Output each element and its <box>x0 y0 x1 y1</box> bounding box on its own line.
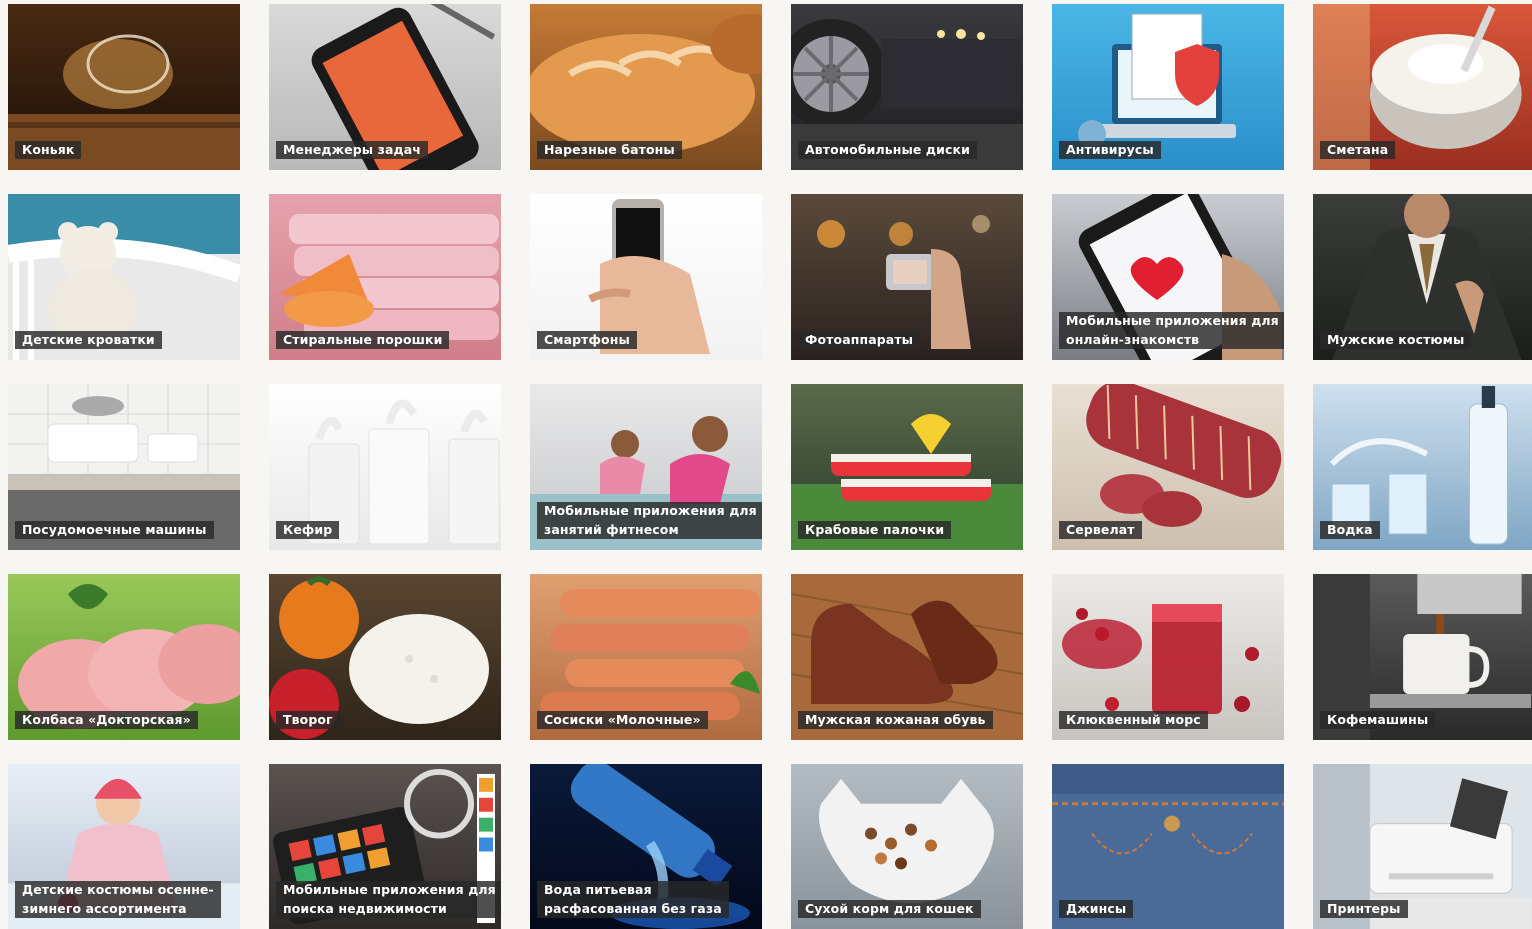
category-tile-task-managers[interactable]: Менеджеры задач <box>269 4 501 170</box>
category-label: Детские кроватки <box>15 331 162 349</box>
category-label: Детские костюмы осенне-зимнего ассортиме… <box>15 881 221 918</box>
category-label-line: Коньяк <box>22 142 75 157</box>
category-label: Смартфоны <box>537 331 637 349</box>
category-label-line: Сервелат <box>1066 522 1135 537</box>
category-label: Сервелат <box>1059 521 1142 539</box>
category-label-line: Сметана <box>1327 142 1389 157</box>
category-tile-real-estate-apps[interactable]: Мобильные приложения для поиска недвижимо… <box>269 764 501 929</box>
category-label: Нарезные батоны <box>537 141 682 159</box>
category-tile-doktorskaya[interactable]: Колбаса «Докторская» <box>8 574 240 740</box>
category-label-line: онлайн-знакомств <box>1066 331 1200 347</box>
category-label: Сосиски «Молочные» <box>537 711 708 729</box>
category-tile-sour-cream[interactable]: Сметана <box>1313 4 1532 170</box>
category-tile-printers[interactable]: Принтеры <box>1313 764 1532 929</box>
category-label: Вода питьевая расфасованная без газа <box>537 881 729 918</box>
category-label-line: Вода питьевая <box>544 882 652 897</box>
category-label-line: Мобильные приложения для <box>544 503 757 518</box>
category-label: Кефир <box>276 521 340 539</box>
category-label: Мобильные приложения для занятий фитнесом <box>537 502 762 539</box>
category-label-line: Мобильные приложения для <box>1066 313 1279 328</box>
category-label-line: Сухой корм для кошек <box>805 901 974 916</box>
category-label: Джинсы <box>1059 900 1134 918</box>
category-label-line: поиска недвижимости <box>283 900 447 916</box>
category-tile-mens-leather-shoes[interactable]: Мужская кожаная обувь <box>791 574 1023 740</box>
category-tile-cranberry-mors[interactable]: Клюквенный морс <box>1052 574 1284 740</box>
category-tile-vodka[interactable]: Водка <box>1313 384 1532 550</box>
category-label: Клюквенный морс <box>1059 711 1208 729</box>
category-label: Мужская кожаная обувь <box>798 711 993 729</box>
category-label-line: Творог <box>283 712 333 727</box>
category-tile-konyak[interactable]: Коньяк <box>8 4 240 170</box>
category-label: Фотоаппараты <box>798 331 921 349</box>
category-tile-cat-food[interactable]: Сухой корм для кошек <box>791 764 1023 929</box>
category-tile-servelat[interactable]: Сервелат <box>1052 384 1284 550</box>
category-label-line: Крабовые палочки <box>805 522 945 537</box>
category-label-line: Детские костюмы осенне- <box>22 882 214 897</box>
category-tile-bottled-water[interactable]: Вода питьевая расфасованная без газа <box>530 764 762 929</box>
category-tile-cameras[interactable]: Фотоаппараты <box>791 194 1023 360</box>
category-tile-bread[interactable]: Нарезные батоны <box>530 4 762 170</box>
category-label-line: Джинсы <box>1066 901 1127 916</box>
category-label-line: Колбаса «Докторская» <box>22 712 191 727</box>
category-tile-dishwashers[interactable]: Посудомоечные машины <box>8 384 240 550</box>
category-label: Творог <box>276 711 340 729</box>
category-label-line: Принтеры <box>1327 901 1401 916</box>
category-label-line: занятий фитнесом <box>544 521 679 537</box>
category-label: Посудомоечные машины <box>15 521 214 539</box>
category-label: Водка <box>1320 521 1380 539</box>
category-label: Мужские костюмы <box>1320 331 1472 349</box>
category-tile-kids-winter-suits[interactable]: Детские костюмы осенне-зимнего ассортиме… <box>8 764 240 929</box>
category-label: Менеджеры задач <box>276 141 428 159</box>
category-label: Антивирусы <box>1059 141 1161 159</box>
category-label-line: Менеджеры задач <box>283 142 421 157</box>
category-label-line: Кофемашины <box>1327 712 1429 727</box>
category-tile-dating-apps[interactable]: Мобильные приложения для онлайн-знакомств <box>1052 194 1284 360</box>
category-label-line: зимнего ассортимента <box>22 900 187 916</box>
category-label-line: Мужские костюмы <box>1327 332 1465 347</box>
category-label-line: Автомобильные диски <box>805 142 970 157</box>
category-tile-smartphones[interactable]: Смартфоны <box>530 194 762 360</box>
category-label: Принтеры <box>1320 900 1408 918</box>
category-label-line: Сосиски «Молочные» <box>544 712 701 727</box>
category-label: Сметана <box>1320 141 1396 159</box>
category-label: Сухой корм для кошек <box>798 900 981 918</box>
category-label-line: Стиральные порошки <box>283 332 443 347</box>
category-tile-kefir[interactable]: Кефир <box>269 384 501 550</box>
category-tile-fitness-apps[interactable]: Мобильные приложения для занятий фитнесом <box>530 384 762 550</box>
category-label: Колбаса «Докторская» <box>15 711 198 729</box>
category-label-line: Посудомоечные машины <box>22 522 207 537</box>
category-grid: Коньяк Менеджеры задач Нарезные батоны Авто… <box>0 0 1532 929</box>
category-label: Коньяк <box>15 141 82 159</box>
category-tile-baby-cribs[interactable]: Детские кроватки <box>8 194 240 360</box>
category-tile-antivirus[interactable]: Антивирусы <box>1052 4 1284 170</box>
category-label: Мобильные приложения для поиска недвижимо… <box>276 881 501 918</box>
category-label-line: Фотоаппараты <box>805 332 914 347</box>
category-label-line: расфасованная без газа <box>544 900 722 916</box>
category-tile-tvorog[interactable]: Творог <box>269 574 501 740</box>
category-label-line: Детские кроватки <box>22 332 155 347</box>
category-label-line: Антивирусы <box>1066 142 1154 157</box>
category-label-line: Нарезные батоны <box>544 142 675 157</box>
category-tile-washing-powders[interactable]: Стиральные порошки <box>269 194 501 360</box>
category-label: Крабовые палочки <box>798 521 952 539</box>
category-label-line: Кефир <box>283 522 333 537</box>
category-tile-car-wheels[interactable]: Автомобильные диски <box>791 4 1023 170</box>
category-label: Автомобильные диски <box>798 141 977 159</box>
category-label-line: Клюквенный морс <box>1066 712 1201 727</box>
category-label-line: Смартфоны <box>544 332 630 347</box>
category-tile-sausages-milk[interactable]: Сосиски «Молочные» <box>530 574 762 740</box>
category-label-line: Мужская кожаная обувь <box>805 712 986 727</box>
category-label: Кофемашины <box>1320 711 1436 729</box>
category-label-line: Мобильные приложения для <box>283 882 496 897</box>
category-tile-jeans[interactable]: Джинсы <box>1052 764 1284 929</box>
category-label: Стиральные порошки <box>276 331 450 349</box>
category-tile-mens-suits[interactable]: Мужские костюмы <box>1313 194 1532 360</box>
category-tile-coffee-machines[interactable]: Кофемашины <box>1313 574 1532 740</box>
category-label: Мобильные приложения для онлайн-знакомств <box>1059 312 1284 349</box>
category-label-line: Водка <box>1327 522 1373 537</box>
category-tile-crab-sticks[interactable]: Крабовые палочки <box>791 384 1023 550</box>
